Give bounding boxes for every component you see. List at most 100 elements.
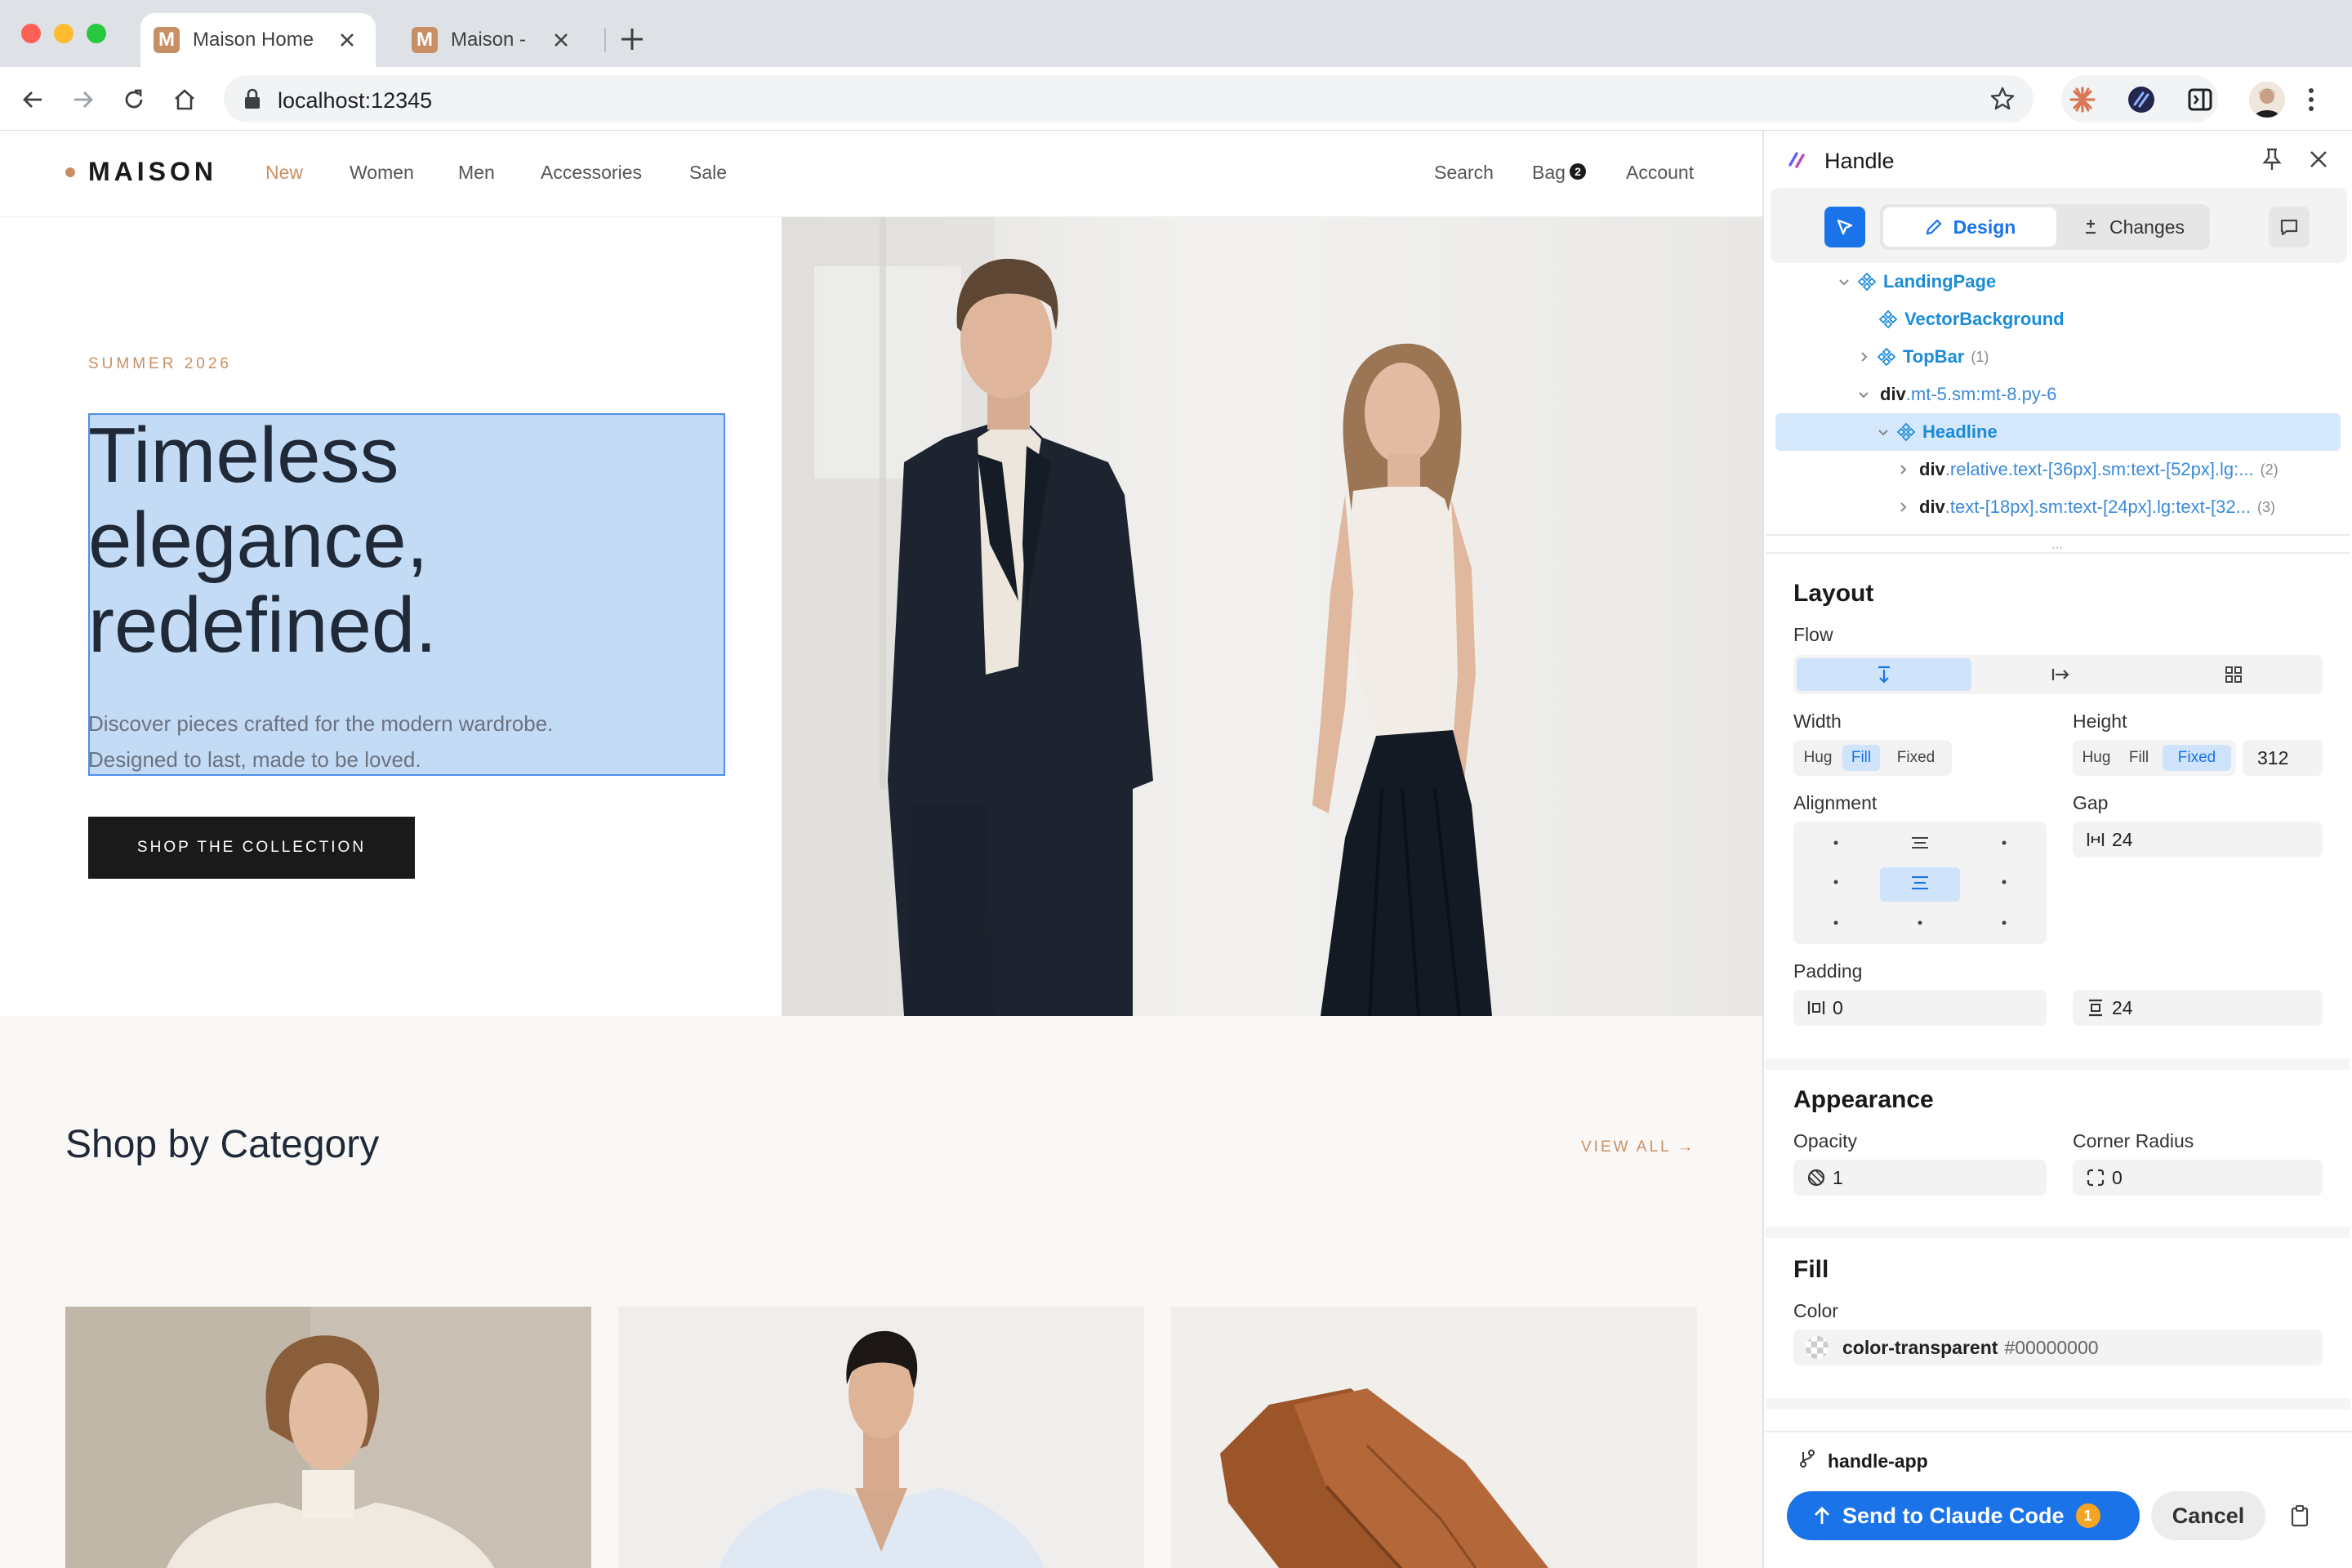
profile-avatar[interactable] bbox=[2249, 82, 2285, 118]
padding-horizontal-icon bbox=[1807, 1001, 1825, 1014]
corner-radius-input[interactable]: 0 bbox=[2073, 1160, 2323, 1196]
send-to-claude-button[interactable]: Send to Claude Code 1 bbox=[1787, 1491, 2140, 1540]
tree-item-landingpage[interactable]: LandingPage bbox=[1764, 263, 2352, 301]
bookmark-star-icon[interactable] bbox=[1989, 86, 2016, 112]
comment-button[interactable] bbox=[2269, 207, 2310, 247]
tab-changes[interactable]: Changes bbox=[2060, 207, 2207, 247]
category-title: Shop by Category bbox=[65, 1123, 380, 1166]
nav-search[interactable]: Search bbox=[1434, 162, 1494, 184]
section-divider bbox=[1766, 552, 2350, 554]
layout-title: Layout bbox=[1793, 580, 1874, 607]
close-panel-icon[interactable] bbox=[2308, 149, 2329, 170]
view-all-link[interactable]: VIEW ALL → bbox=[1581, 1138, 1695, 1156]
close-tab-icon[interactable] bbox=[335, 28, 359, 52]
headline-line: elegance, bbox=[88, 497, 429, 584]
gap-value: 24 bbox=[2112, 828, 2133, 850]
address-bar[interactable]: localhost:12345 bbox=[224, 75, 2034, 122]
lock-icon bbox=[243, 88, 261, 109]
tree-classes: .text-[18px].sm:text-[24px].lg:text-[32.… bbox=[1944, 497, 2251, 517]
reload-icon[interactable] bbox=[118, 83, 150, 116]
corner-radius-icon bbox=[2087, 1169, 2105, 1187]
height-value-input[interactable]: 312 bbox=[2243, 740, 2323, 776]
width-fixed-option[interactable]: Fixed bbox=[1883, 745, 1949, 771]
nav-account[interactable]: Account bbox=[1626, 162, 1694, 184]
width-fill-option[interactable]: Fill bbox=[1842, 745, 1880, 771]
cancel-button[interactable]: Cancel bbox=[2151, 1491, 2265, 1540]
alignment-grid[interactable] bbox=[1793, 822, 2047, 944]
chevron-down-icon bbox=[1859, 392, 1869, 399]
headline-line: Timeless bbox=[88, 412, 399, 499]
tree-item-div-container[interactable]: div .mt-5.sm:mt-8.py-6 bbox=[1764, 376, 2352, 413]
tab-changes-label: Changes bbox=[2109, 216, 2185, 238]
gap-input[interactable]: 24 bbox=[2073, 822, 2323, 858]
tree-item-div-relative[interactable]: div .relative.text-[36px].sm:text-[52px]… bbox=[1764, 451, 2352, 488]
section-divider bbox=[1766, 1227, 2350, 1238]
tree-label: Headline bbox=[1922, 421, 1998, 442]
tree-item-vectorbackground[interactable]: VectorBackground bbox=[1764, 301, 2352, 338]
tree-item-div-text[interactable]: div .text-[18px].sm:text-[24px].lg:text-… bbox=[1764, 488, 2352, 526]
side-panel-icon[interactable] bbox=[2182, 82, 2218, 118]
category-card-accessories[interactable] bbox=[1171, 1307, 1697, 1568]
clipboard-icon[interactable] bbox=[2290, 1504, 2310, 1527]
height-fill-option[interactable]: Fill bbox=[2118, 745, 2159, 771]
fill-color-input[interactable]: color-transparent #00000000 bbox=[1793, 1330, 2323, 1365]
send-count-badge: 1 bbox=[2075, 1503, 2100, 1528]
section-divider bbox=[1766, 1058, 2350, 1070]
home-icon[interactable] bbox=[168, 83, 201, 116]
nav-accessories[interactable]: Accessories bbox=[541, 162, 642, 184]
handle-extension-icon[interactable] bbox=[2123, 82, 2159, 118]
close-window-button[interactable] bbox=[21, 24, 41, 43]
tree-item-topbar[interactable]: TopBar (1) bbox=[1764, 338, 2352, 376]
tab-maison-2[interactable]: M Maison - bbox=[399, 13, 595, 67]
minimize-window-button[interactable] bbox=[54, 24, 74, 43]
padding-horizontal-input[interactable]: 0 bbox=[1793, 990, 2047, 1026]
category-card-men[interactable] bbox=[618, 1307, 1144, 1568]
close-tab-icon[interactable] bbox=[549, 28, 573, 52]
flow-grid-button[interactable] bbox=[2148, 658, 2319, 691]
flow-vertical-button[interactable] bbox=[1797, 658, 1971, 691]
nav-new[interactable]: New bbox=[265, 162, 303, 184]
nav-men[interactable]: Men bbox=[458, 162, 495, 184]
height-label: Height bbox=[2073, 710, 2127, 732]
new-tab-icon[interactable] bbox=[617, 24, 647, 54]
maison-favicon-icon: M bbox=[412, 27, 438, 53]
site-header: MAISON New Women Men Accessories Sale Se… bbox=[0, 131, 1762, 217]
claude-extension-icon[interactable] bbox=[2065, 82, 2100, 118]
nav-sale[interactable]: Sale bbox=[689, 162, 727, 184]
tab-design[interactable]: Design bbox=[1883, 207, 2056, 247]
shop-collection-button[interactable]: SHOP THE COLLECTION bbox=[88, 817, 415, 879]
height-hug-option[interactable]: Hug bbox=[2076, 745, 2117, 771]
browser-menu-icon[interactable] bbox=[2303, 82, 2319, 118]
opacity-label: Opacity bbox=[1793, 1130, 1857, 1152]
nav-bag[interactable]: Bag bbox=[1532, 162, 1566, 184]
nav-women[interactable]: Women bbox=[350, 162, 414, 184]
tree-item-headline[interactable]: Headline bbox=[1775, 413, 2341, 451]
back-icon[interactable] bbox=[16, 83, 49, 116]
hero-subtext: Discover pieces crafted for the modern w… bbox=[88, 706, 553, 777]
tree-tag: div bbox=[1919, 459, 1945, 479]
select-tool-button[interactable] bbox=[1824, 207, 1865, 247]
tab-title: Maison Home bbox=[193, 29, 314, 51]
width-hug-option[interactable]: Hug bbox=[1797, 745, 1839, 771]
pin-icon[interactable] bbox=[2261, 147, 2283, 172]
tab-maison-home[interactable]: M Maison Home bbox=[140, 13, 376, 67]
category-card-women[interactable] bbox=[65, 1307, 591, 1568]
tree-count: (2) bbox=[2260, 461, 2278, 478]
opacity-value: 1 bbox=[1833, 1166, 1843, 1188]
pencil-icon bbox=[1926, 219, 1942, 235]
website-viewport: MAISON New Women Men Accessories Sale Se… bbox=[0, 131, 1762, 1568]
tab-design-label: Design bbox=[1953, 216, 2016, 238]
padding-vertical-input[interactable]: 24 bbox=[2073, 990, 2323, 1026]
tree-classes: .relative.text-[36px].sm:text-[52px].lg:… bbox=[1944, 459, 2254, 479]
forward-icon[interactable] bbox=[67, 83, 100, 116]
height-fixed-option[interactable]: Fixed bbox=[2163, 745, 2231, 771]
opacity-input[interactable]: 1 bbox=[1793, 1160, 2047, 1196]
flow-label: Flow bbox=[1793, 624, 1833, 645]
tree-count: (3) bbox=[2256, 498, 2275, 515]
gap-label: Gap bbox=[2073, 792, 2109, 813]
site-logo[interactable]: MAISON bbox=[88, 157, 217, 187]
flow-horizontal-button[interactable] bbox=[1973, 658, 2148, 691]
tree-resize-divider[interactable] bbox=[1766, 534, 2350, 536]
maximize-window-button[interactable] bbox=[87, 24, 106, 43]
alignment-label: Alignment bbox=[1793, 792, 1878, 813]
